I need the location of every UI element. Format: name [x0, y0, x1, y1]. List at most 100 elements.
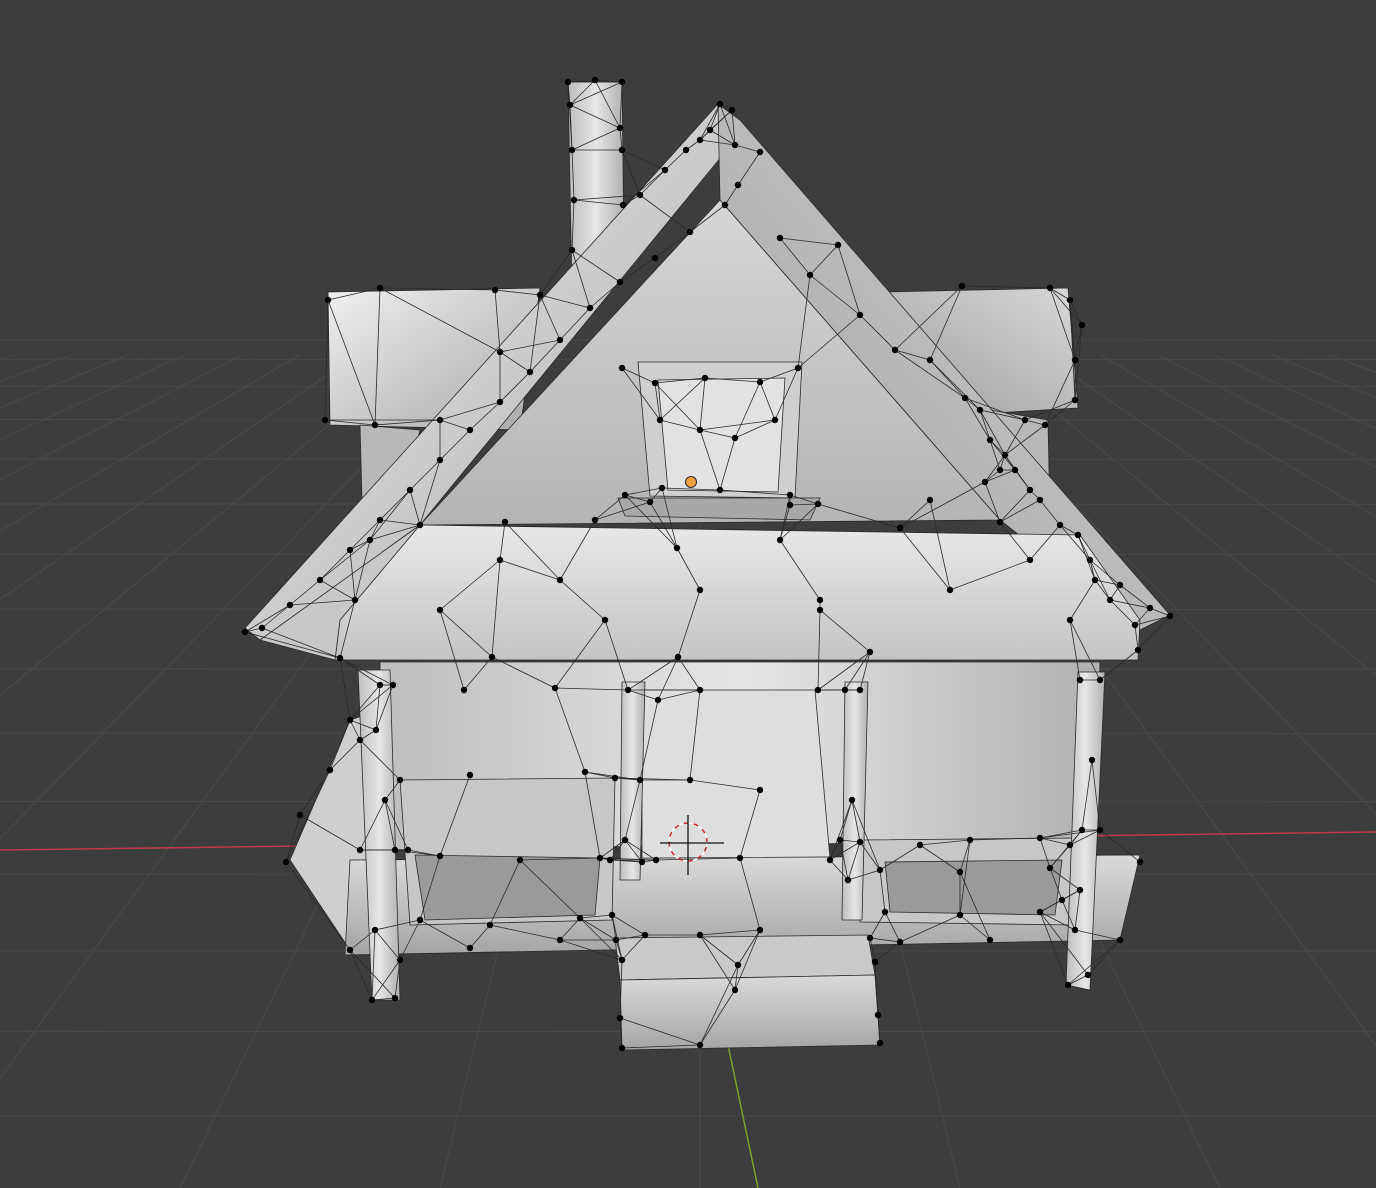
mesh-vertex[interactable] [436, 852, 444, 860]
mesh-vertex[interactable] [876, 1039, 884, 1047]
mesh-vertex[interactable] [586, 304, 594, 312]
mesh-vertex[interactable] [636, 776, 644, 784]
mesh-vertex[interactable] [1074, 531, 1082, 539]
mesh-vertex[interactable] [786, 501, 794, 509]
mesh-vertex[interactable] [636, 191, 644, 199]
mesh-vertex[interactable] [731, 434, 739, 442]
porch-roof[interactable] [334, 524, 1141, 661]
mesh-vertex[interactable] [958, 282, 966, 290]
mesh-vertex[interactable] [716, 100, 724, 108]
mesh-vertex[interactable] [856, 311, 864, 319]
mesh-vertex[interactable] [556, 576, 564, 584]
mesh-vertex[interactable] [728, 106, 736, 114]
mesh-vertex[interactable] [844, 876, 852, 884]
mesh-vertex[interactable] [618, 956, 626, 964]
mesh-vertex[interactable] [496, 556, 504, 564]
mesh-vertex[interactable] [696, 1041, 704, 1049]
mesh-vertex[interactable] [981, 478, 989, 486]
mesh-vertex[interactable] [618, 1044, 626, 1052]
mesh-vertex[interactable] [460, 686, 468, 694]
mesh-vertex[interactable] [816, 596, 824, 604]
mesh-vertex[interactable] [1011, 466, 1019, 474]
mesh-vertex[interactable] [346, 716, 354, 724]
mesh-vertex[interactable] [1136, 858, 1144, 866]
mesh-vertex[interactable] [618, 78, 626, 86]
mesh-vertex[interactable] [956, 868, 964, 876]
mesh-vertex[interactable] [986, 436, 994, 444]
mesh-vertex[interactable] [1166, 612, 1174, 620]
mesh-vertex[interactable] [324, 296, 332, 304]
mesh-vertex[interactable] [1076, 886, 1084, 894]
mesh-vertex[interactable] [956, 911, 964, 919]
mesh-vertex[interactable] [568, 146, 576, 154]
mesh-vertex[interactable] [536, 291, 544, 299]
mesh-vertex[interactable] [896, 524, 904, 532]
mesh-vertex[interactable] [976, 406, 984, 414]
mesh-vertex[interactable] [1071, 396, 1079, 404]
house-mesh[interactable] [241, 76, 1174, 1052]
mesh-vertex[interactable] [673, 544, 681, 552]
mesh-vertex[interactable] [1021, 416, 1029, 424]
mesh-vertex[interactable] [816, 606, 824, 614]
mesh-vertex[interactable] [946, 586, 954, 594]
mesh-vertex[interactable] [1078, 826, 1086, 834]
mesh-vertex[interactable] [241, 628, 249, 636]
mesh-vertex[interactable] [731, 986, 739, 994]
mesh-vertex[interactable] [346, 546, 354, 554]
mesh-vertex[interactable] [696, 136, 704, 144]
mesh-vertex[interactable] [391, 846, 399, 854]
mesh-vertex[interactable] [1131, 621, 1139, 629]
mesh-vertex[interactable] [621, 491, 629, 499]
mesh-vertex[interactable] [491, 286, 499, 294]
mesh-vertex[interactable] [891, 346, 899, 354]
mesh-vertex[interactable] [756, 378, 764, 386]
object-origin-icon[interactable] [685, 476, 697, 488]
mesh-vertex[interactable] [619, 201, 627, 209]
mesh-vertex[interactable] [881, 908, 889, 916]
mesh-vertex[interactable] [618, 146, 626, 154]
mesh-vertex[interactable] [356, 736, 364, 744]
mesh-vertex[interactable] [551, 684, 559, 692]
mesh-vertex[interactable] [651, 379, 659, 387]
mesh-vertex[interactable] [721, 201, 729, 209]
mesh-vertex[interactable] [916, 841, 924, 849]
3d-viewport[interactable] [0, 0, 1376, 1188]
mesh-vertex[interactable] [1036, 908, 1044, 916]
mesh-vertex[interactable] [556, 936, 564, 944]
mesh-vertex[interactable] [1091, 576, 1099, 584]
mesh-vertex[interactable] [1116, 581, 1124, 589]
mesh-vertex[interactable] [1066, 296, 1074, 304]
mesh-vertex[interactable] [776, 234, 784, 242]
mesh-vertex[interactable] [351, 596, 359, 604]
mesh-vertex[interactable] [771, 416, 779, 424]
mesh-vertex[interactable] [496, 398, 504, 406]
mesh-vertex[interactable] [841, 686, 849, 694]
mesh-vertex[interactable] [356, 846, 364, 854]
mesh-vertex[interactable] [1058, 896, 1066, 904]
mesh-vertex[interactable] [286, 601, 294, 609]
mesh-vertex[interactable] [616, 124, 624, 132]
mesh-vertex[interactable] [570, 196, 578, 204]
mesh-vertex[interactable] [716, 486, 724, 494]
mesh-vertex[interactable] [696, 586, 704, 594]
mesh-vertex[interactable] [296, 811, 304, 819]
mesh-vertex[interactable] [389, 681, 397, 689]
mesh-vertex[interactable] [606, 856, 614, 864]
mesh-vertex[interactable] [682, 146, 690, 154]
mesh-vertex[interactable] [1036, 834, 1044, 842]
mesh-vertex[interactable] [526, 368, 534, 376]
mesh-vertex[interactable] [516, 856, 524, 864]
mesh-vertex[interactable] [501, 518, 509, 526]
mesh-vertex[interactable] [1086, 556, 1094, 564]
mesh-vertex[interactable] [638, 858, 646, 866]
mesh-vertex[interactable] [856, 686, 864, 694]
mesh-vertex[interactable] [556, 336, 564, 344]
mesh-vertex[interactable] [381, 796, 389, 804]
mesh-vertex[interactable] [926, 356, 934, 364]
mesh-vertex[interactable] [794, 364, 802, 372]
mesh-vertex[interactable] [1146, 604, 1154, 612]
mesh-vertex[interactable] [612, 936, 620, 944]
mesh-vertex[interactable] [404, 846, 412, 854]
mesh-vertex[interactable] [611, 774, 619, 782]
mesh-vertex[interactable] [618, 364, 626, 372]
